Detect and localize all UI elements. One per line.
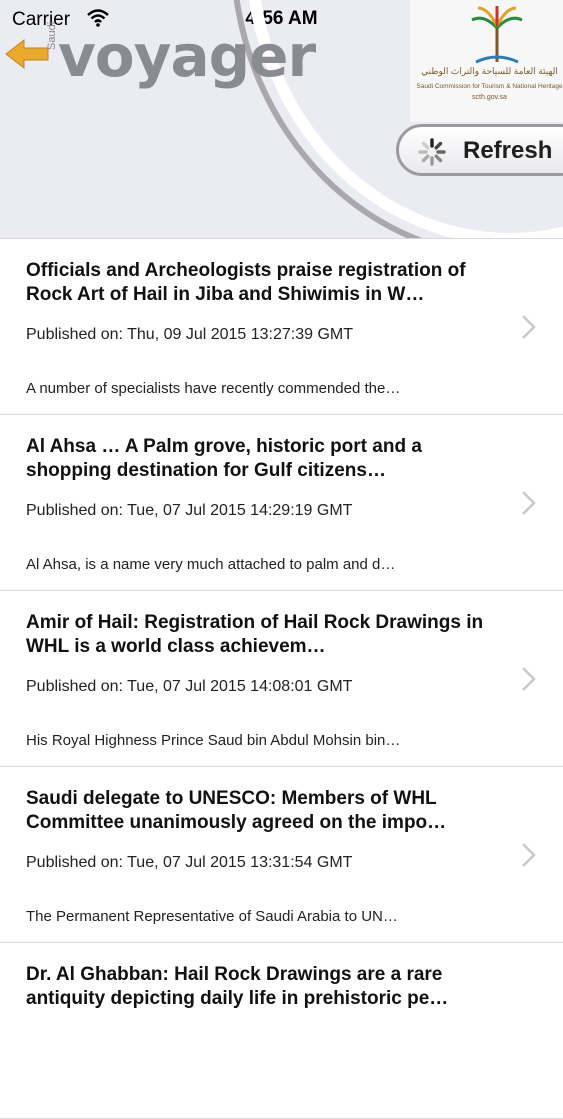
news-summary: His Royal Highness Prince Saud bin Abdul… bbox=[26, 732, 401, 749]
logo-prefix: Saudi bbox=[46, 21, 58, 50]
refresh-label: Refresh bbox=[463, 137, 553, 164]
news-date: Published on: Tue, 07 Jul 2015 13:31:54 … bbox=[26, 854, 353, 871]
news-title: Amir of Hail: Registration of Hail Rock … bbox=[26, 612, 484, 657]
app-logo: voyager bbox=[58, 22, 316, 90]
news-summary: Al Ahsa, is a name very much attached to… bbox=[26, 556, 396, 573]
news-summary: A number of specialists have recently co… bbox=[26, 380, 401, 397]
spinner-icon bbox=[418, 138, 446, 166]
news-date: Published on: Thu, 09 Jul 2015 13:27:39 … bbox=[26, 326, 354, 343]
emblem-url-text: scth.gov.sa bbox=[472, 94, 507, 101]
news-item[interactable]: Dr. Al Ghabban: Hail Rock Drawings are a… bbox=[0, 943, 563, 1119]
news-title: Saudi delegate to UNESCO: Members of WHL… bbox=[26, 788, 447, 833]
news-date: Published on: Tue, 07 Jul 2015 14:08:01 … bbox=[26, 678, 353, 695]
chevron-right-icon bbox=[522, 667, 536, 691]
news-list: Officials and Archeologists praise regis… bbox=[0, 239, 563, 1119]
app-header: Carrier 4:56 AM Saudi voyager الهيئة الع… bbox=[0, 0, 563, 239]
news-date: Published on: Tue, 07 Jul 2015 14:29:19 … bbox=[26, 502, 353, 519]
news-title: Al Ahsa … A Palm grove, historic port an… bbox=[26, 436, 422, 481]
news-item[interactable]: Saudi delegate to UNESCO: Members of WHL… bbox=[0, 767, 563, 943]
chevron-right-icon bbox=[522, 315, 536, 339]
refresh-button[interactable]: Refresh bbox=[396, 124, 563, 176]
palm-emblem-icon bbox=[471, 6, 523, 64]
chevron-right-icon bbox=[522, 491, 536, 515]
news-title: Dr. Al Ghabban: Hail Rock Drawings are a… bbox=[26, 964, 449, 1009]
news-summary: The Permanent Representative of Saudi Ar… bbox=[26, 908, 398, 925]
news-item[interactable]: Al Ahsa … A Palm grove, historic port an… bbox=[0, 415, 563, 591]
emblem-arabic-text: الهيئة العامة للسياحة والتراث الوطني bbox=[421, 66, 558, 76]
news-item[interactable]: Officials and Archeologists praise regis… bbox=[0, 239, 563, 415]
chevron-right-icon bbox=[522, 843, 536, 867]
news-title: Officials and Archeologists praise regis… bbox=[26, 260, 466, 305]
emblem-english-text: Saudi Commission for Tourism & National … bbox=[416, 83, 563, 90]
news-item[interactable]: Amir of Hail: Registration of Hail Rock … bbox=[0, 591, 563, 767]
